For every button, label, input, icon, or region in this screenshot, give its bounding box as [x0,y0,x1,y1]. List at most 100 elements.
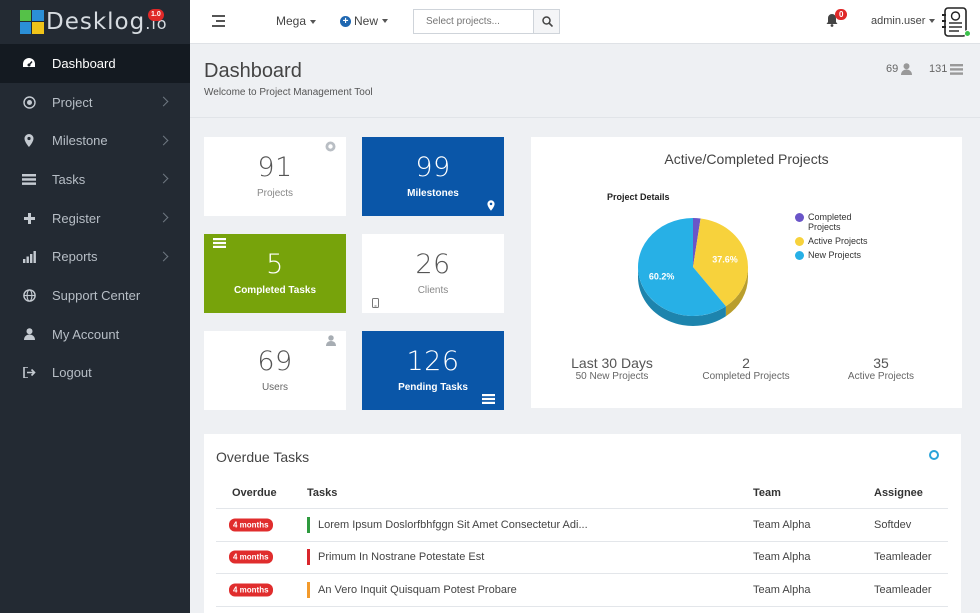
user-menu-button[interactable]: admin.user [871,15,936,27]
user-icon [326,335,336,346]
search-button[interactable] [533,9,560,34]
chevron-right-icon [158,135,169,146]
column-header-tasks[interactable]: Tasks [307,487,337,499]
logo[interactable]: Desklog.io 1.0 [0,0,190,44]
sidebar-item-dashboard[interactable]: Dashboard [0,44,190,83]
pie-chart: 37.6% 60.2% [638,218,748,326]
list-icon [22,172,36,186]
sidebar-item-label: Support Center [52,287,141,303]
task-link[interactable]: Lorem Ipsum Doslorfbhfggn Sit Amet Conse… [318,519,588,531]
sidebar-item-label: My Account [52,326,120,342]
users-count-stat: 69 [886,63,913,75]
chevron-right-icon [158,212,169,223]
user-icon [901,63,913,75]
map-pin-icon [487,200,495,211]
project-search-input[interactable] [413,9,533,34]
priority-bar [307,549,310,566]
projects-chart-panel: Active/Completed Projects Project Detail… [531,137,962,408]
team-cell: Team Alpha [753,583,811,596]
refresh-icon[interactable] [929,450,939,460]
caret-down-icon [929,19,936,24]
chevron-right-icon [158,96,169,107]
last-30-days-stat: Last 30 Days 50 New Projects [571,355,653,382]
priority-bar [307,516,310,533]
version-badge: 1.0 [148,9,164,21]
legend-item[interactable]: Active Projects [795,236,868,246]
stat-value: 69 [257,346,293,377]
plus-icon [22,211,36,225]
completed-tasks-card[interactable]: 5 Completed Tasks [204,234,346,313]
sidebar-item-reports[interactable]: Reports [0,237,190,276]
stat-label: Milestones [407,188,459,199]
sidebar-item-milestone[interactable]: Milestone [0,121,190,160]
overdue-tasks-title: Overdue Tasks [216,449,310,465]
sidebar-item-my-account[interactable]: My Account [0,315,190,354]
overdue-badge: 4 months [229,550,273,564]
list-icon [213,238,226,248]
notification-badge: 0 [835,9,848,20]
sidebar-item-label: Project [52,94,93,110]
overdue-badge: 4 months [229,518,273,532]
column-header-team[interactable]: Team [753,487,781,499]
pending-tasks-card[interactable]: 126 Pending Tasks [362,331,504,410]
clients-card[interactable]: 26 Clients [362,234,504,313]
stat-label: Completed Tasks [233,285,317,296]
overdue-badge: 4 months [229,583,273,597]
stat-label: Users [261,382,289,393]
sidebar-item-label: Register [52,210,101,226]
menu-toggle-icon[interactable] [212,15,225,27]
milestones-card[interactable]: 99 Milestones [362,137,504,216]
stat-value: 5 [266,249,284,280]
sidebar-item-logout[interactable]: Logout [0,354,190,393]
legend-item[interactable]: Completed Projects [795,212,868,232]
team-cell: Team Alpha [753,551,811,564]
stat-value: 99 [415,152,451,183]
projects-card[interactable]: 91 Projects [204,137,346,216]
task-link[interactable]: An Vero Inquit Quisquam Potest Probare [318,584,517,596]
sidebar-item-tasks[interactable]: Tasks [0,160,190,199]
column-header-assignee[interactable]: Assignee [874,487,923,499]
sidebar-item-support-center[interactable]: Support Center [0,276,190,315]
sidebar-item-label: Reports [52,249,98,265]
table-header: Overdue Tasks Team Assignee [216,477,948,509]
user-icon [22,327,36,341]
pie-slice-label: 37.6% [712,255,738,265]
mobile-icon [372,298,379,308]
top-bar: Mega + New 0 admin.user [190,0,980,44]
map-pin-icon [22,134,36,148]
legend-item[interactable]: New Projects [795,250,868,260]
stat-value: 126 [406,346,460,377]
plus-circle-icon: + [340,15,351,27]
new-menu-button[interactable]: + New [340,14,389,28]
dashboard-icon [22,56,36,70]
table-row[interactable]: 4 months Primum In Nostrane Potestate Es… [216,542,948,574]
priority-bar [307,581,310,598]
table-row[interactable]: 4 months An Vero Inquit Quisquam Potest … [216,574,948,607]
overdue-tasks-table: Overdue Tasks Team Assignee 4 months Lor… [216,477,948,607]
stat-label: Clients [417,285,449,296]
task-link[interactable]: Primum In Nostrane Potestate Est [318,551,484,563]
stat-value: 91 [257,152,293,183]
stat-label: Pending Tasks [398,382,468,393]
page-subtitle: Welcome to Project Management Tool [204,87,373,98]
tasks-count-stat: 131 [929,63,964,75]
chart-legend: Completed Projects Active Projects New P… [795,212,868,264]
sidebar-item-register[interactable]: Register [0,199,190,238]
sidebar-item-label: Dashboard [52,55,116,71]
page-title: Dashboard [204,60,302,82]
logout-icon [22,366,36,380]
mega-menu-button[interactable]: Mega [276,14,317,28]
page-header: Dashboard Welcome to Project Management … [190,44,980,118]
active-projects-stat: 35 Active Projects [847,355,915,382]
assignee-cell: Softdev [874,518,912,531]
sidebar-item-label: Milestone [52,133,108,149]
sidebar-item-project[interactable]: Project [0,83,190,122]
legend-swatch [795,237,804,246]
chevron-right-icon [158,173,169,184]
stat-label: Projects [256,188,294,199]
users-card[interactable]: 69 Users [204,331,346,410]
table-row[interactable]: 4 months Lorem Ipsum Doslorfbhfggn Sit A… [216,509,948,542]
sidebar-item-label: Tasks [52,171,86,187]
sidebar: Desklog.io 1.0 Dashboard Project Milesto… [0,0,190,613]
column-header-overdue[interactable]: Overdue [232,487,277,499]
